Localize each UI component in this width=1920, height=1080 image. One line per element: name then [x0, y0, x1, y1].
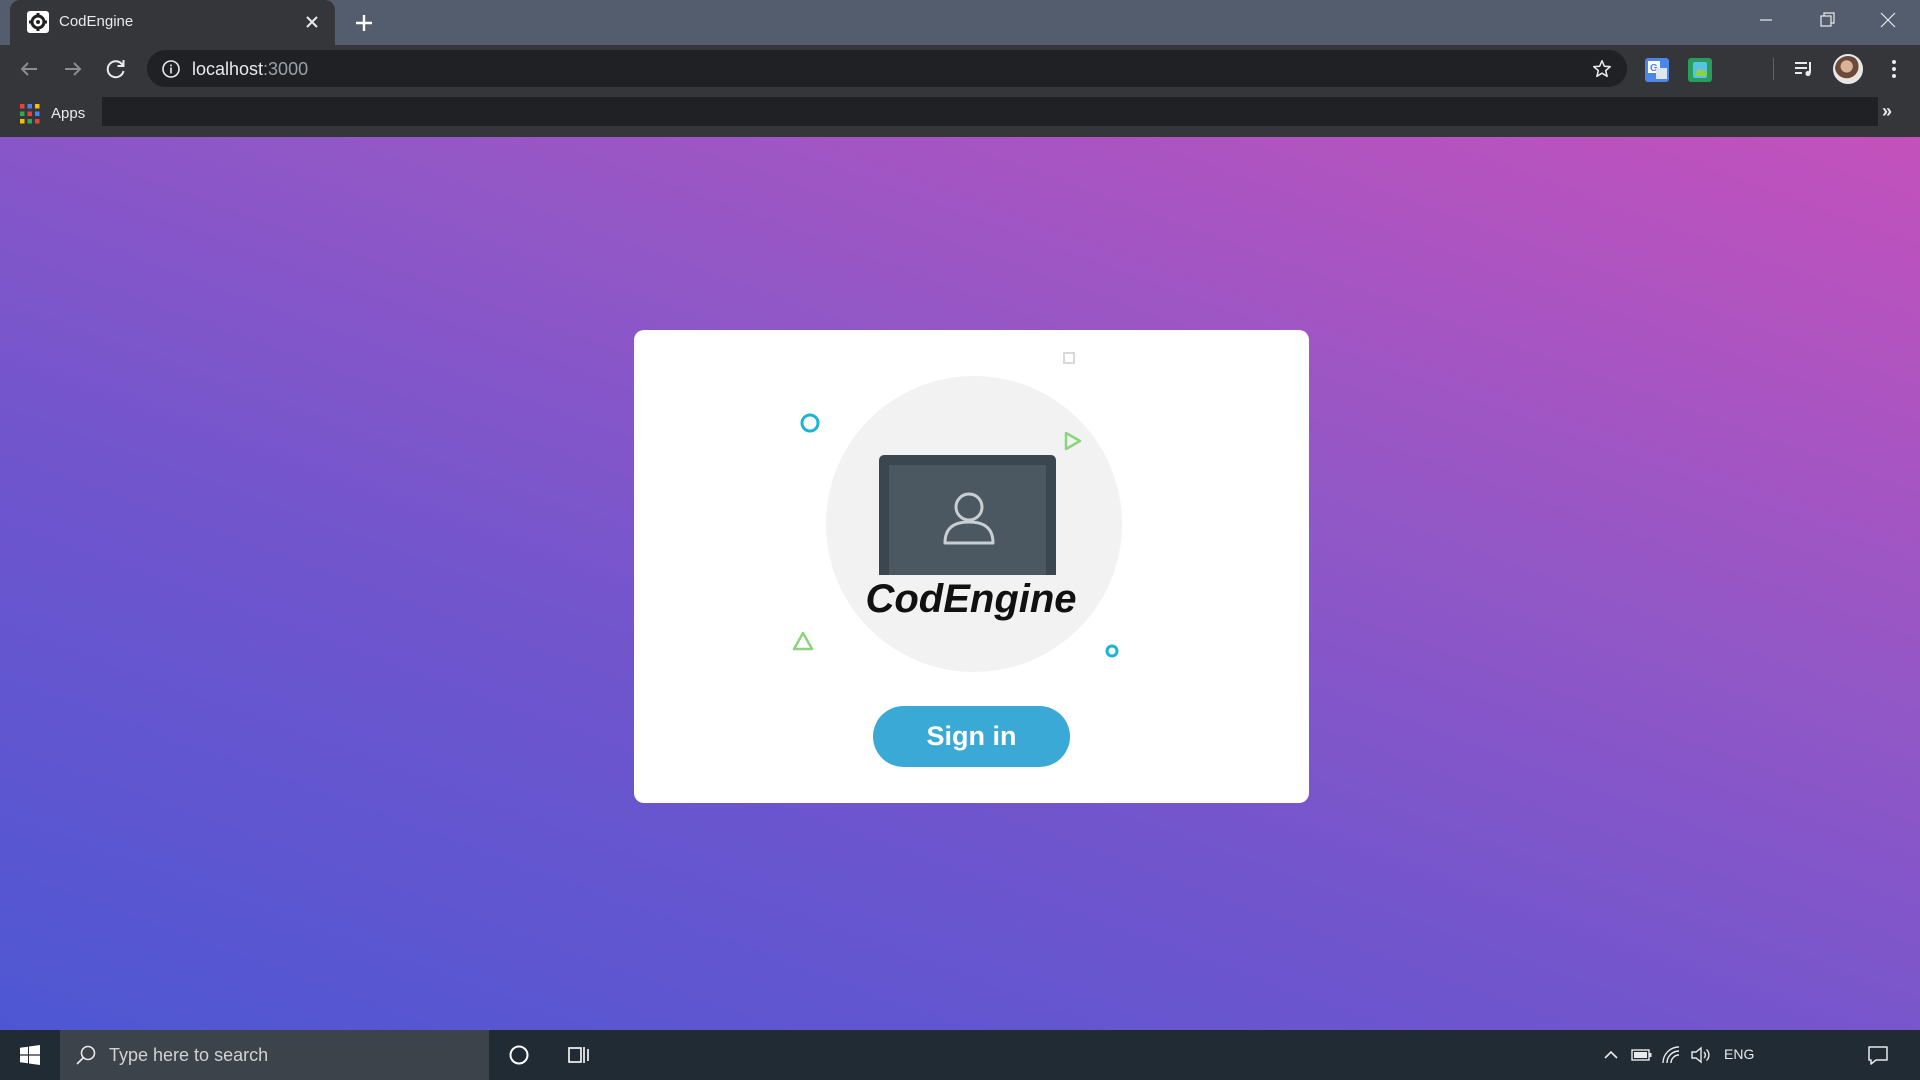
- triangle-up-decoration-icon: [792, 631, 814, 651]
- monitor-screen: [889, 465, 1046, 575]
- media-queue-icon[interactable]: [1792, 57, 1816, 81]
- translate-extension-icon[interactable]: G: [1645, 58, 1669, 82]
- user-icon: [943, 492, 995, 545]
- cortana-icon[interactable]: [508, 1044, 530, 1066]
- url-text: localhost:3000: [192, 59, 308, 80]
- info-icon[interactable]: [161, 59, 181, 79]
- tab-strip: CodEngine: [0, 0, 1920, 45]
- taskbar-search-placeholder: Type here to search: [109, 1045, 269, 1065]
- svg-text:CodEngine: CodEngine: [865, 577, 1076, 621]
- apps-grid-icon[interactable]: [20, 104, 40, 124]
- input-language[interactable]: ENG: [1724, 1046, 1754, 1062]
- wifi-icon[interactable]: [1661, 1045, 1681, 1065]
- restore-button[interactable]: [1797, 0, 1857, 40]
- browser-toolbar: localhost:3000 G: [0, 45, 1920, 92]
- url-host: localhost: [192, 59, 264, 79]
- profile-avatar[interactable]: [1833, 54, 1863, 84]
- close-icon: [1880, 12, 1896, 28]
- tab-title: CodEngine: [59, 13, 134, 30]
- bookmark-star-icon[interactable]: [1591, 58, 1613, 80]
- search-icon: [76, 1045, 96, 1065]
- dot-decoration-icon: [1105, 644, 1119, 658]
- browser-tab[interactable]: CodEngine: [10, 0, 335, 45]
- restore-icon: [1820, 12, 1835, 27]
- windows-logo-icon: [20, 1045, 40, 1065]
- new-tab-icon[interactable]: [350, 9, 378, 37]
- url-port: :3000: [263, 59, 309, 79]
- monitor-illustration: [879, 455, 1056, 575]
- forward-icon[interactable]: [59, 55, 87, 83]
- login-card: CodEngine Sign in: [634, 330, 1309, 803]
- battery-icon[interactable]: [1631, 1047, 1653, 1063]
- codengine-logo: CodEngine: [865, 577, 1076, 621]
- notifications-icon[interactable]: [1867, 1044, 1889, 1066]
- close-window-button[interactable]: [1858, 0, 1918, 40]
- reload-icon[interactable]: [102, 55, 130, 83]
- minimize-icon: [1760, 19, 1772, 21]
- minimize-button[interactable]: [1736, 0, 1796, 40]
- bookmarks-area: [102, 97, 1878, 126]
- apps-bookmark[interactable]: Apps: [51, 105, 85, 122]
- more-menu-icon[interactable]: [1882, 57, 1906, 81]
- circle-decoration-icon: [800, 413, 820, 433]
- gear-icon: [27, 11, 49, 33]
- more-bookmarks-button[interactable]: »: [1882, 101, 1892, 122]
- taskbar-search-box[interactable]: Type here to search: [60, 1030, 489, 1080]
- sign-in-button[interactable]: Sign in: [873, 706, 1070, 767]
- bookmarks-bar: Apps »: [0, 92, 1920, 137]
- address-bar[interactable]: localhost:3000: [147, 50, 1627, 87]
- extension-icon[interactable]: [1688, 58, 1712, 82]
- chevron-up-icon[interactable]: [1602, 1047, 1620, 1063]
- start-button[interactable]: [0, 1030, 60, 1080]
- back-icon[interactable]: [15, 55, 43, 83]
- square-decoration-icon: [1063, 352, 1075, 364]
- task-view-icon[interactable]: [568, 1044, 590, 1066]
- volume-icon[interactable]: [1690, 1045, 1712, 1065]
- page-viewport: CodEngine Sign in: [0, 137, 1920, 1033]
- triangle-right-decoration-icon: [1064, 431, 1082, 451]
- close-tab-icon[interactable]: [301, 11, 323, 33]
- toolbar-separator: [1773, 58, 1774, 80]
- windows-taskbar: Type here to search ENG: [0, 1030, 1920, 1080]
